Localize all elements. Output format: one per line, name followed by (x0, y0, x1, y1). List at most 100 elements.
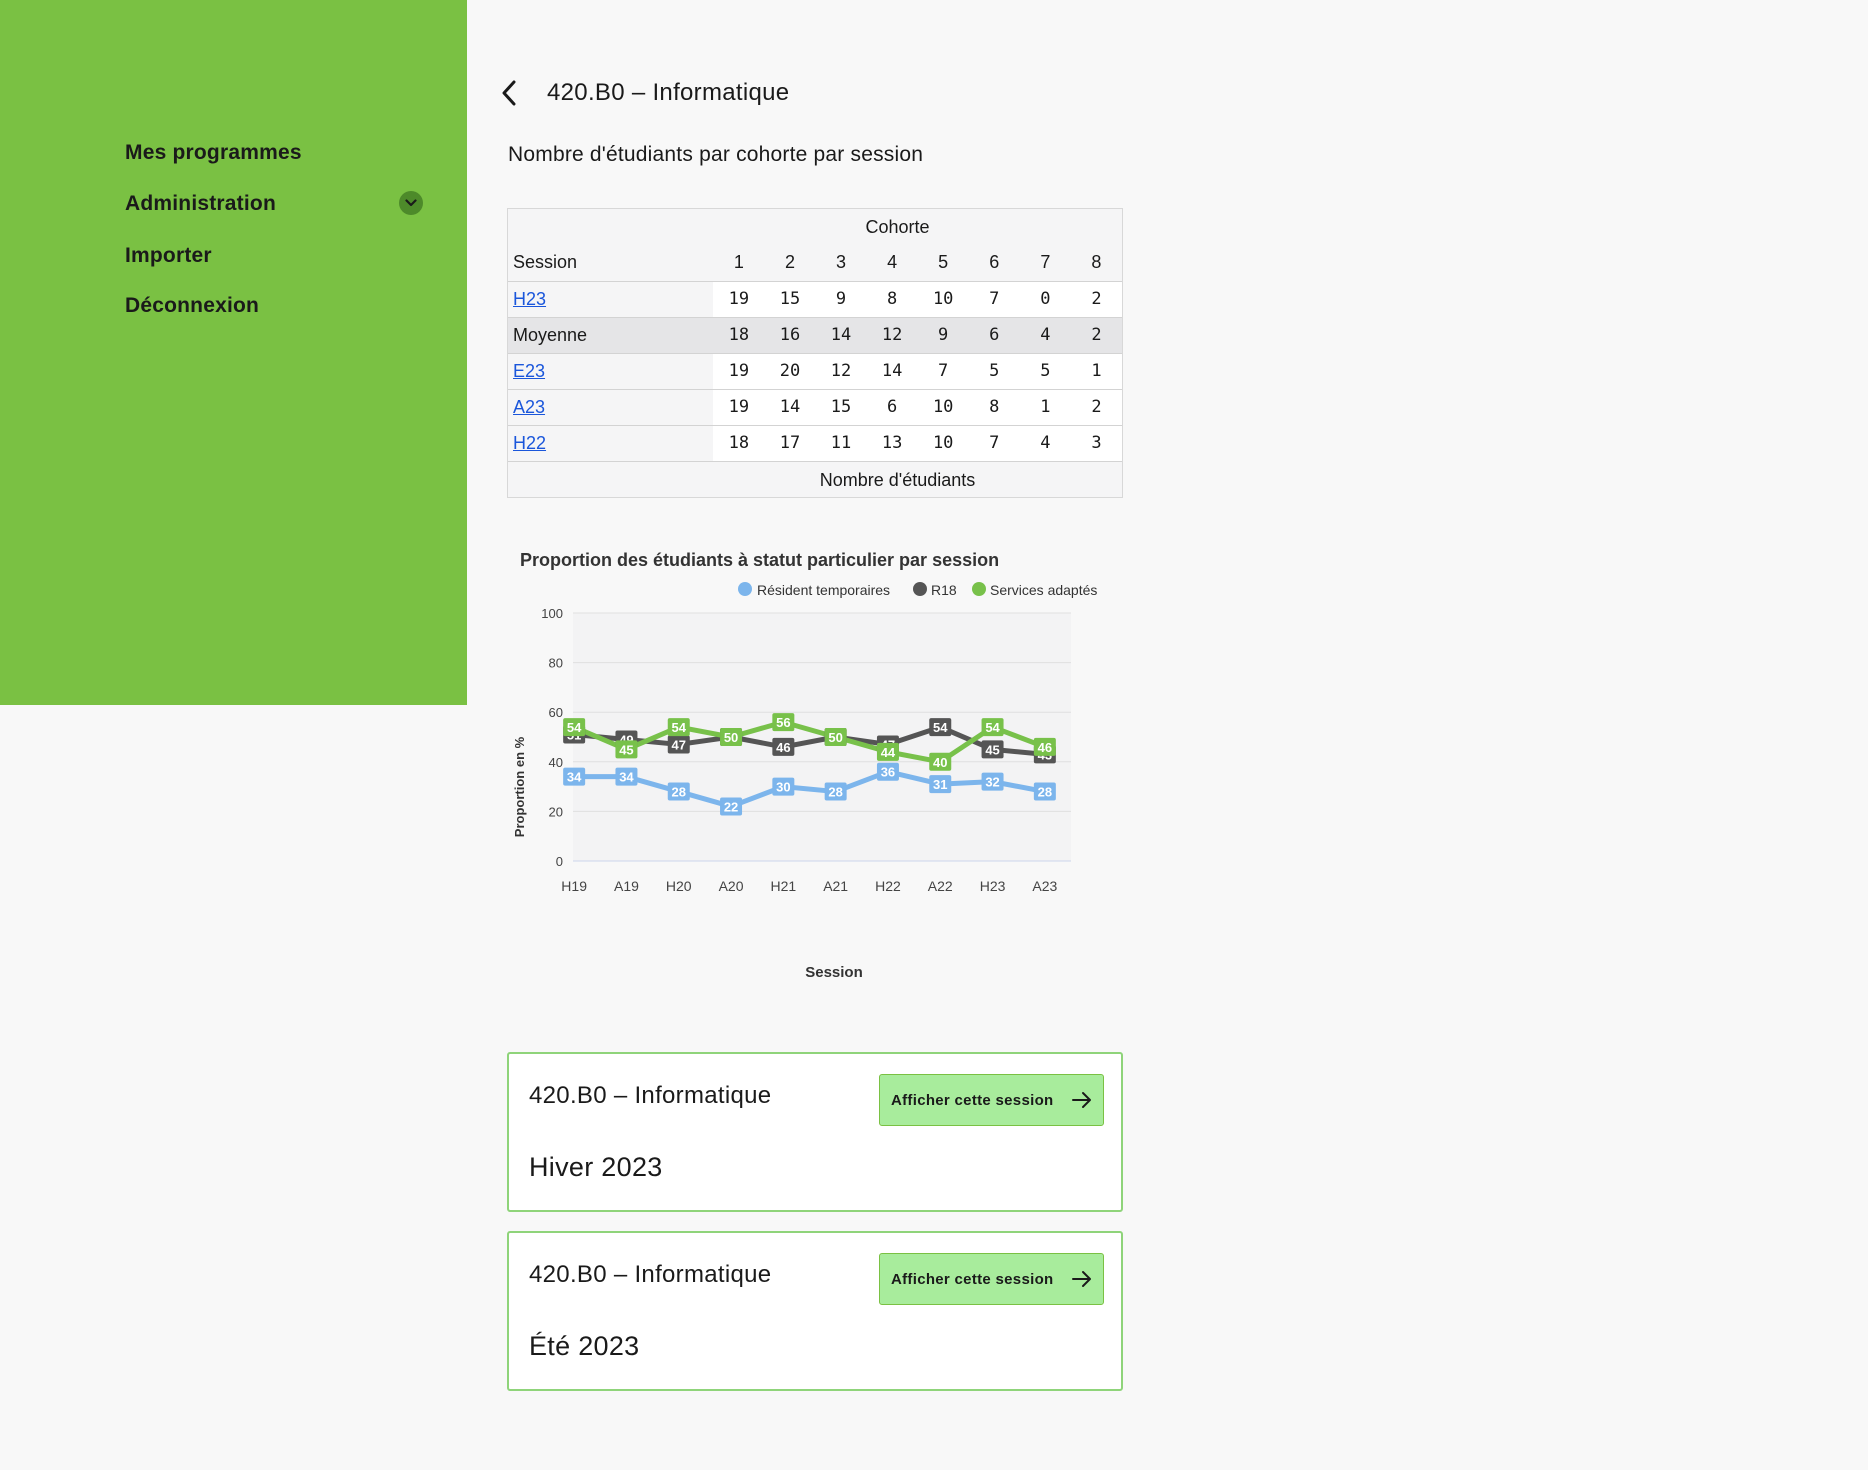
data-label: 28 (828, 785, 842, 800)
nav-mes-programmes[interactable]: Mes programmes (125, 141, 302, 165)
session-link[interactable]: E23 (513, 361, 545, 381)
x-tick-label: H20 (666, 878, 692, 894)
data-label: 36 (881, 765, 895, 780)
data-label: 22 (724, 799, 738, 814)
y-tick-label: 0 (556, 854, 563, 869)
session-header: Session (513, 252, 578, 273)
legend-marker (738, 582, 752, 596)
data-label: 46 (776, 740, 790, 755)
session-link[interactable]: H22 (513, 433, 546, 453)
data-label: 44 (881, 745, 896, 760)
table-title: Nombre d'étudiants par cohorte par sessi… (508, 143, 924, 166)
x-tick-label: A22 (928, 878, 953, 894)
cohort-value: 20 (764, 353, 816, 389)
table-row: H23 19 15 9 8 10 7 0 2 (508, 281, 1122, 317)
session-link[interactable]: A23 (513, 397, 545, 417)
session-cell: H23 (508, 281, 714, 317)
y-tick-label: 80 (549, 656, 563, 671)
sidebar: Mes programmes Administration Importer D… (0, 0, 467, 705)
chevron-down-icon[interactable] (399, 191, 423, 215)
x-tick-label: A20 (719, 878, 744, 894)
chart-title: Proportion des étudiants à statut partic… (520, 550, 999, 570)
cohort-header: 7 (1040, 252, 1051, 273)
session-link[interactable]: H23 (513, 289, 546, 309)
nav-administration[interactable]: Administration (125, 192, 276, 216)
legend-label: Services adaptés (990, 582, 1097, 598)
data-label: 31 (933, 777, 947, 792)
cohort-value: 14 (764, 389, 816, 425)
data-label: 50 (724, 730, 738, 745)
y-tick-label: 20 (549, 804, 563, 819)
y-axis-label: Proportion en % (512, 736, 527, 837)
data-label: 32 (985, 775, 999, 790)
data-label: 54 (567, 720, 582, 735)
show-session-button[interactable]: Afficher cette session (879, 1074, 1104, 1126)
x-tick-label: H22 (875, 878, 901, 894)
cohort-value: 15 (815, 389, 867, 425)
cohort-value: 10 (917, 281, 969, 317)
session-card: 420.B0 – Informatique Été 2023 Afficher … (507, 1231, 1123, 1391)
session-label: Moyenne (513, 324, 588, 345)
cohort-value: 3 (1070, 425, 1122, 461)
data-label: 34 (619, 770, 634, 785)
cohort-value: 4 (1019, 425, 1071, 461)
cohort-value: 15 (764, 281, 816, 317)
data-label: 45 (985, 742, 999, 757)
nav-importer[interactable]: Importer (125, 244, 212, 268)
legend-label: R18 (931, 582, 957, 598)
cohort-value: 19 (713, 389, 765, 425)
data-label: 46 (1038, 740, 1052, 755)
cohort-value: 14 (815, 317, 867, 353)
legend-marker (913, 582, 927, 596)
data-label: 34 (567, 770, 582, 785)
table-footer: Nombre d'étudiants (508, 461, 1122, 497)
proportion-chart: Proportion des étudiants à statut partic… (512, 550, 1097, 981)
session-cell: A23 (508, 389, 714, 425)
cohort-value: 7 (917, 353, 969, 389)
cohort-value: 0 (1019, 281, 1071, 317)
cohort-value: 18 (713, 317, 765, 353)
data-label: 40 (933, 755, 947, 770)
cohort-value: 8 (968, 389, 1020, 425)
back-arrow-icon[interactable] (498, 78, 522, 108)
table-row: A23 19 14 15 6 10 8 1 2 (508, 389, 1122, 425)
cohort-value: 5 (968, 353, 1020, 389)
cohort-header: 5 (938, 252, 949, 273)
data-label: 54 (933, 720, 948, 735)
cohort-header: 4 (887, 252, 898, 273)
data-label: 56 (776, 715, 790, 730)
cohort-value: 9 (815, 281, 867, 317)
cohort-value: 7 (968, 281, 1020, 317)
data-label: 50 (828, 730, 842, 745)
x-tick-label: A23 (1032, 878, 1057, 894)
card-subtitle: Été 2023 (529, 1331, 640, 1361)
cohort-value: 1 (1019, 389, 1071, 425)
session-cell: Moyenne (508, 317, 714, 353)
session-cell: H22 (508, 425, 714, 461)
plot-background (573, 613, 1071, 861)
cohort-value: 2 (1070, 389, 1122, 425)
show-session-button[interactable]: Afficher cette session (879, 1253, 1104, 1305)
cohort-value: 12 (866, 317, 918, 353)
table-row: Moyenne 18 16 14 12 9 6 4 2 (508, 317, 1122, 353)
table-row: H22 18 17 11 13 10 7 4 3 (508, 425, 1122, 461)
data-label: 45 (619, 742, 633, 757)
card-title: 420.B0 – Informatique (529, 1261, 772, 1288)
nav-deconnexion[interactable]: Déconnexion (125, 294, 259, 318)
card-subtitle: Hiver 2023 (529, 1152, 663, 1182)
data-label: 54 (672, 720, 687, 735)
cohort-value: 8 (866, 281, 918, 317)
cohort-value: 14 (866, 353, 918, 389)
table-row: E23 19 20 12 14 7 5 5 1 (508, 353, 1122, 389)
cohort-value: 1 (1070, 353, 1122, 389)
x-tick-label: A21 (823, 878, 848, 894)
data-label: 30 (776, 780, 790, 795)
cohorte-header: Cohorte (865, 216, 930, 237)
cohort-value: 19 (713, 281, 765, 317)
cohort-value: 19 (713, 353, 765, 389)
x-tick-label: H23 (980, 878, 1006, 894)
data-label: 28 (672, 785, 686, 800)
cohort-value: 10 (917, 425, 969, 461)
cohort-header: 1 (733, 252, 744, 273)
cohort-value: 5 (1019, 353, 1071, 389)
